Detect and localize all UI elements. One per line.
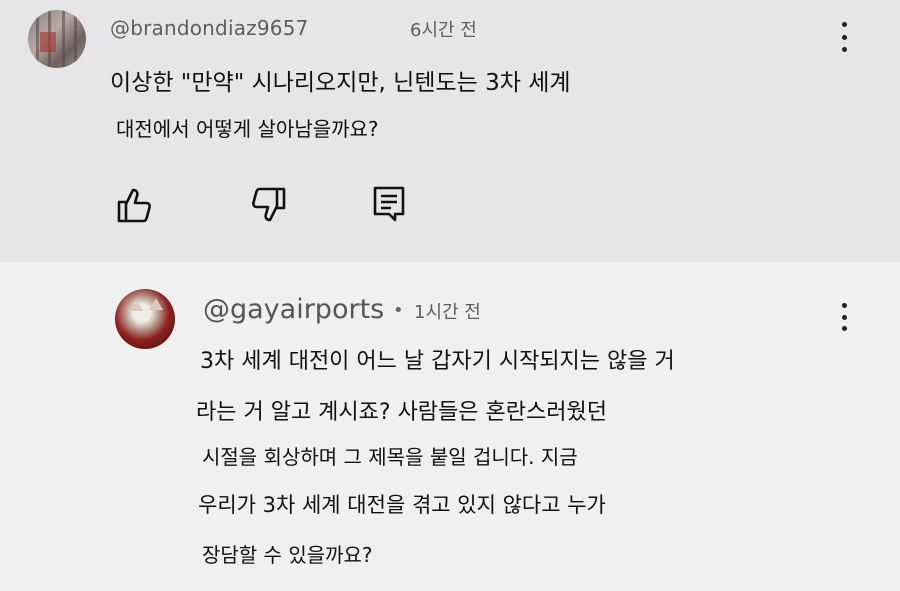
- thumbs-down-icon[interactable]: [248, 185, 288, 225]
- reply-timestamp: 1시간 전: [414, 302, 481, 323]
- comment-timestamp: 6시간 전: [410, 20, 477, 41]
- more-options-icon[interactable]: [834, 303, 854, 331]
- comment-card: @brandondiaz9657 6시간 전 이상한 "만약" 시나리오지만, …: [0, 0, 900, 262]
- avatar[interactable]: [28, 10, 86, 68]
- avatar[interactable]: [115, 289, 175, 349]
- reply-author[interactable]: @gayairports: [203, 294, 384, 325]
- reply-text-line: 장담할 수 있을까요?: [202, 543, 373, 567]
- more-options-icon[interactable]: [834, 22, 854, 52]
- comment-text-line: 대전에서 어떻게 살아남을까요?: [116, 117, 379, 141]
- comment-author[interactable]: @brandondiaz9657: [110, 16, 309, 40]
- thumbs-up-icon[interactable]: [115, 185, 155, 225]
- reply-text-line: 라는 거 알고 계시죠? 사람들은 혼란스러웠던: [196, 400, 607, 425]
- meta-separator: •: [393, 300, 404, 321]
- reply-text-line: 우리가 3차 세계 대전을 겪고 있지 않다고 누가: [198, 493, 606, 517]
- reply-text-line: 3차 세계 대전이 어느 날 갑자기 시작되지는 않을 거: [200, 349, 675, 374]
- reply-comment-icon[interactable]: [370, 184, 410, 224]
- comment-text-line: 이상한 "만약" 시나리오지만, 닌텐도는 3차 세계: [110, 70, 571, 96]
- reply-text-line: 시절을 회상하며 그 제목을 붙일 겁니다. 지금: [202, 445, 578, 469]
